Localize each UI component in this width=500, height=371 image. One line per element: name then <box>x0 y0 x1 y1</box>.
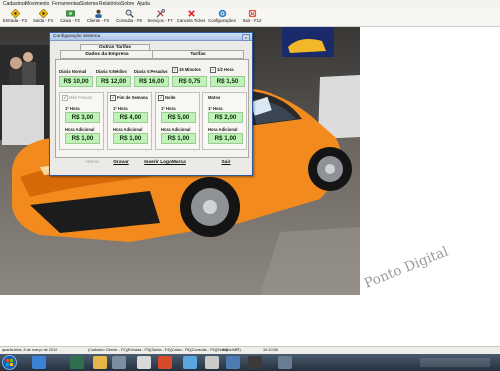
menu-sobre[interactable]: Sobre <box>121 0 134 8</box>
dialog-title: Configuração Sistema <box>53 34 101 39</box>
inserir-logomarca-button[interactable]: Inserir LogoMarca <box>140 159 190 167</box>
alterar-button[interactable]: Alterar <box>78 159 106 167</box>
cancela-ticket-button[interactable]: Cancela Ticket <box>176 9 206 25</box>
servicos-button[interactable]: Serviços - F7 <box>146 9 174 25</box>
watermark-text: Ponto Digital <box>362 243 451 292</box>
taskbar-app-icon[interactable] <box>226 356 240 369</box>
tools-icon <box>155 9 165 18</box>
quinze-minutos-input[interactable]: R$ 0,75 <box>172 76 207 87</box>
status-mode: INS <box>222 348 229 352</box>
menu-movimento[interactable]: Movimento <box>25 0 49 8</box>
arrow-out-icon <box>38 9 48 18</box>
fim-de-semana-hora-adicional-label: Hora Adicional <box>113 127 143 132</box>
tab-tarifas[interactable]: Tarifas <box>152 50 244 59</box>
noite-primeira-hora-label: 1º Hora <box>161 106 176 111</box>
exit-icon <box>248 9 256 18</box>
menu-cadastros[interactable]: Cadastros <box>3 0 26 8</box>
status-time: 10:10:58 <box>263 348 278 352</box>
feriado-checkbox[interactable]: ✓ <box>62 95 68 101</box>
dialog-titlebar[interactable]: Configuração Sistema x <box>50 33 252 41</box>
dialog-sair-button[interactable]: Sair <box>212 159 240 167</box>
taskbar <box>0 354 500 371</box>
fim-de-semana-checkbox[interactable]: ✓ <box>110 95 116 101</box>
consulta-button[interactable]: Consulta - F6 <box>114 9 144 25</box>
gravar-button[interactable]: Gravar <box>108 159 134 167</box>
fim-de-semana-section: ✓ Fim de Semana 1º Hora R$ 4,00 Hora Adi… <box>107 92 152 150</box>
noite-hora-adicional-input[interactable]: R$ 1,00 <box>161 133 196 144</box>
taskbar-app-icon[interactable] <box>248 356 262 369</box>
motos-section: Motos 1º Hora R$ 2,00 Hora Adicional R$ … <box>202 92 247 150</box>
diaria-pesados-label: Diaria V.Pesados <box>134 69 168 74</box>
cash-icon <box>65 10 75 17</box>
motos-primeira-hora-input[interactable]: R$ 2,00 <box>208 112 243 123</box>
feriado-hora-adicional-input[interactable]: R$ 1,00 <box>65 133 100 144</box>
tarifas-panel: Diaria Normal R$ 10,00 Diaria V.Médios R… <box>55 59 249 158</box>
feriado-hora-adicional-label: Hora Adicional <box>65 127 95 132</box>
config-dialog: Configuração Sistema x Outras Tarifas Da… <box>49 32 253 176</box>
cliente-button[interactable]: Cliente - F2 <box>84 9 112 25</box>
taskbar-app-icon[interactable] <box>137 356 151 369</box>
caixa-button[interactable]: Caixa - F2 <box>58 9 82 25</box>
person-icon <box>94 9 102 18</box>
taskbar-app-icon[interactable] <box>205 356 219 369</box>
magnifier-icon <box>125 9 134 18</box>
menu-sistema[interactable]: Sistema <box>80 0 98 8</box>
system-tray <box>420 358 490 367</box>
start-orb-icon[interactable] <box>2 355 17 370</box>
taskbar-app-icon[interactable] <box>278 356 292 369</box>
feriado-label: Mês Feriado <box>69 95 93 100</box>
status-date: quarta-feira, 8 de março de 2012 <box>2 348 58 352</box>
fim-de-semana-hora-adicional-input[interactable]: R$ 1,00 <box>113 133 148 144</box>
meia-hora-input[interactable]: R$ 1,50 <box>210 76 245 87</box>
toolbar: Entrada - F3 Saída - F4 Caixa - F2 Clien… <box>0 8 500 27</box>
diaria-medios-label: Diaria V.Médios <box>96 69 127 74</box>
fim-de-semana-primeira-hora-label: 1º Hora <box>113 106 128 111</box>
taskbar-app-icon[interactable] <box>183 356 197 369</box>
quinze-minutos-checkbox[interactable]: ✓ <box>172 67 178 73</box>
cancel-icon <box>187 10 195 17</box>
arrow-in-icon <box>10 9 20 18</box>
motos-label: Motos <box>208 95 221 100</box>
diaria-normal-label: Diaria Normal <box>59 69 87 74</box>
taskbar-chrome-icon[interactable] <box>158 356 172 369</box>
status-shortcuts: (Cadastro Cliente - F2)(Entrada - F3)(Sa… <box>88 348 241 352</box>
feriado-primeira-hora-input[interactable]: R$ 3,00 <box>65 112 100 123</box>
motos-hora-adicional-input[interactable]: R$ 1,00 <box>208 133 243 144</box>
noite-checkbox[interactable]: ✓ <box>158 95 164 101</box>
fim-de-semana-primeira-hora-input[interactable]: R$ 4,00 <box>113 112 148 123</box>
noite-primeira-hora-input[interactable]: R$ 5,00 <box>161 112 196 123</box>
taskbar-ie-icon[interactable] <box>32 356 46 369</box>
motos-primeira-hora-label: 1º Hora <box>208 106 223 111</box>
status-user: IVO <box>232 348 239 352</box>
sair-button[interactable]: Sair - F12 <box>240 9 264 25</box>
noite-hora-adicional-label: Hora Adicional <box>161 127 191 132</box>
menu-ajuda[interactable]: Ajuda <box>137 0 150 8</box>
noite-label: Noite <box>165 95 176 100</box>
configuracoes-button[interactable]: Configurações <box>207 9 237 25</box>
taskbar-app-icon[interactable] <box>70 356 84 369</box>
motos-hora-adicional-label: Hora Adicional <box>208 127 238 132</box>
status-bar: quarta-feira, 8 de março de 2012 (Cadast… <box>0 346 500 354</box>
menu-relatorios[interactable]: Relatórios <box>99 0 122 8</box>
menu-ferramentas[interactable]: Ferramentas <box>52 0 80 8</box>
gear-icon <box>218 9 226 18</box>
diaria-pesados-input[interactable]: R$ 16,00 <box>134 76 169 87</box>
taskbar-app-icon[interactable] <box>112 356 126 369</box>
quinze-minutos-label: 15 Minutos <box>179 67 201 72</box>
fim-de-semana-label: Fim de Semana <box>117 95 148 100</box>
feriado-section: ✓ Mês Feriado 1º Hora R$ 3,00 Hora Adici… <box>59 92 104 150</box>
entrada-button[interactable]: Entrada - F3 <box>2 9 28 25</box>
diaria-medios-input[interactable]: R$ 12,00 <box>96 76 131 87</box>
saida-button[interactable]: Saída - F4 <box>31 9 55 25</box>
meia-hora-label: 1/2 Hora <box>217 67 234 72</box>
noite-section: ✓ Noite 1º Hora R$ 5,00 Hora Adicional R… <box>155 92 200 150</box>
taskbar-folder-icon[interactable] <box>93 356 107 369</box>
meia-hora-checkbox[interactable]: ✓ <box>210 67 216 73</box>
close-icon[interactable]: x <box>242 34 250 41</box>
feriado-primeira-hora-label: 1º Hora <box>65 106 80 111</box>
diaria-normal-input[interactable]: R$ 10,00 <box>59 76 93 87</box>
tab-dados-empresa[interactable]: Dados da Empresa <box>60 50 154 59</box>
